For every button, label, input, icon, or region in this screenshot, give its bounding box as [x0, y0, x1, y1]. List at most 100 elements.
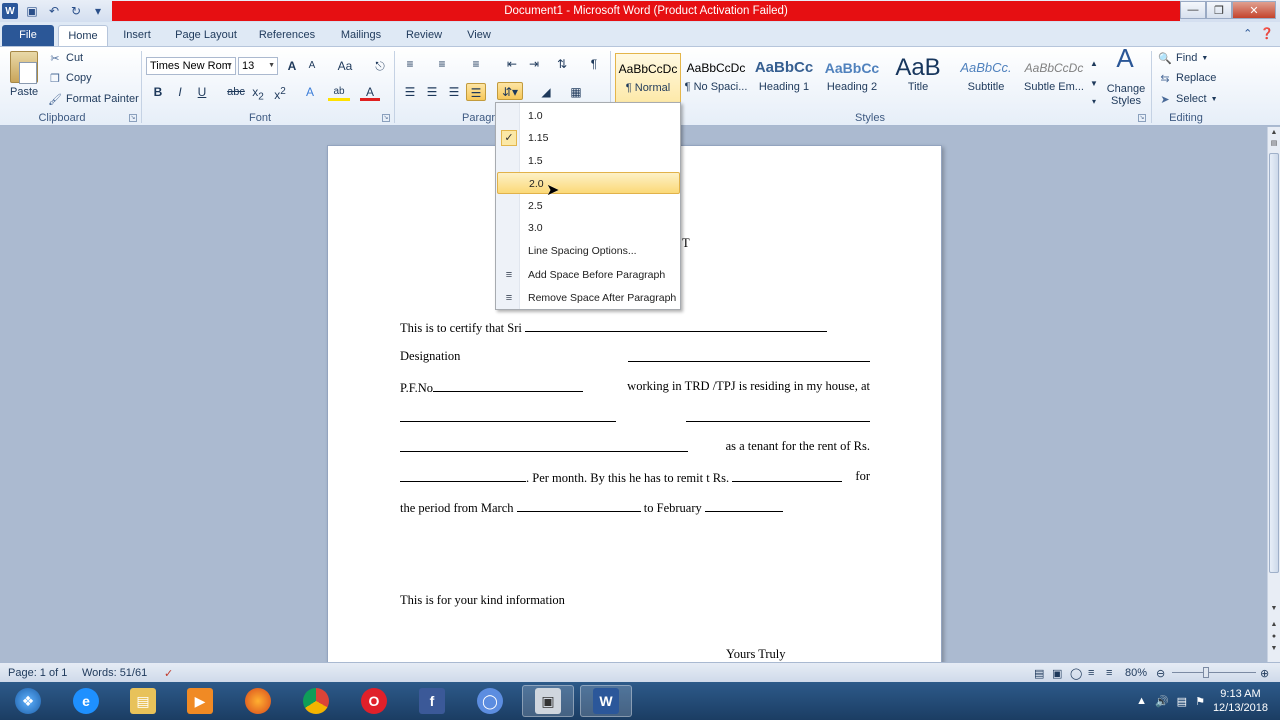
- flag-icon[interactable]: ⚑: [1195, 695, 1205, 708]
- line-spacing-2-5[interactable]: 2.5: [497, 195, 680, 217]
- find-button[interactable]: 🔍 Find ▼: [1158, 49, 1208, 67]
- scroll-down-icon[interactable]: ▼: [1269, 605, 1279, 615]
- highlight-button[interactable]: ab: [328, 83, 350, 101]
- align-left-icon[interactable]: ☰: [400, 83, 420, 101]
- tab-file[interactable]: File: [2, 25, 54, 46]
- decrease-indent-icon[interactable]: ⇤: [502, 55, 522, 73]
- ruler-toggle-icon[interactable]: ▤: [1269, 139, 1279, 149]
- tab-view[interactable]: View: [458, 25, 500, 46]
- paste-button[interactable]: Paste: [10, 83, 38, 101]
- help-icon[interactable]: ❓: [1260, 27, 1274, 40]
- show-hidden-icons-icon[interactable]: ▲: [1136, 695, 1147, 707]
- replace-button[interactable]: ⇆ Replace: [1158, 69, 1216, 87]
- italic-button[interactable]: I: [170, 83, 190, 101]
- tab-review[interactable]: Review: [400, 25, 448, 46]
- show-formatting-button[interactable]: ¶: [584, 55, 604, 73]
- style-no-spacing[interactable]: AaBbCcDc ¶ No Spaci...: [683, 53, 749, 103]
- app-window-icon[interactable]: ▣: [522, 685, 574, 717]
- align-right-icon[interactable]: ☰: [444, 83, 464, 101]
- select-button[interactable]: ➤ Select ▼: [1158, 90, 1217, 108]
- line-spacing-1-15[interactable]: ✓ 1.15: [497, 127, 680, 149]
- internet-explorer-icon[interactable]: e: [60, 685, 112, 717]
- file-explorer-icon[interactable]: ▤: [117, 685, 169, 717]
- volume-icon[interactable]: 🔊: [1155, 695, 1169, 708]
- line-spacing-button[interactable]: ⇵▾: [497, 82, 523, 100]
- style-subtle-emphasis[interactable]: AaBbCcDc Subtle Em...: [1021, 53, 1087, 103]
- customize-qat-icon[interactable]: ▾: [90, 3, 106, 19]
- grow-font-button[interactable]: A: [282, 57, 302, 75]
- zoom-in-icon[interactable]: ⊕: [1260, 667, 1269, 680]
- bullets-icon[interactable]: ≡: [400, 55, 420, 73]
- style-subtitle[interactable]: AaBbCc. Subtitle: [953, 53, 1019, 103]
- word-taskbar-icon[interactable]: W: [580, 685, 632, 717]
- format-painter-button[interactable]: 🖌 Format Painter: [48, 90, 139, 108]
- line-spacing-options[interactable]: Line Spacing Options...: [497, 240, 680, 262]
- subscript-button[interactable]: x2: [248, 83, 268, 102]
- line-spacing-1-5[interactable]: 1.5: [497, 150, 680, 172]
- scroll-up-icon[interactable]: ▲: [1269, 129, 1279, 139]
- zoom-slider-track[interactable]: [1172, 672, 1256, 673]
- chrome-app-icon[interactable]: ◯: [464, 685, 516, 717]
- tab-insert[interactable]: Insert: [114, 25, 160, 46]
- copy-button[interactable]: ❐ Copy: [48, 69, 92, 87]
- page-count[interactable]: Page: 1 of 1: [8, 667, 67, 679]
- styles-scroll-down-icon[interactable]: ▼: [1088, 75, 1100, 93]
- clock[interactable]: 9:13 AM 12/13/2018: [1213, 687, 1268, 715]
- minimize-button[interactable]: —: [1180, 1, 1206, 19]
- close-button[interactable]: ✕: [1232, 1, 1276, 19]
- zoom-slider-thumb[interactable]: [1203, 667, 1209, 678]
- styles-scroll-up-icon[interactable]: ▲: [1088, 55, 1100, 73]
- firefox-icon[interactable]: [232, 685, 284, 717]
- underline-button[interactable]: U: [192, 83, 212, 101]
- borders-icon[interactable]: ▦: [566, 83, 586, 101]
- tab-mailings[interactable]: Mailings: [332, 25, 390, 46]
- clipboard-launcher-icon[interactable]: ↘: [129, 114, 137, 122]
- tab-home[interactable]: Home: [58, 25, 108, 46]
- font-name-combo[interactable]: Times New Rom ▼: [146, 57, 236, 75]
- zoom-level[interactable]: 80%: [1125, 667, 1147, 679]
- outline-icon[interactable]: ≡: [1088, 667, 1094, 679]
- opera-icon[interactable]: O: [348, 685, 400, 717]
- styles-more-icon[interactable]: ▾: [1088, 93, 1100, 111]
- bold-button[interactable]: B: [148, 83, 168, 101]
- styles-launcher-icon[interactable]: ↘: [1138, 114, 1146, 122]
- strikethrough-button[interactable]: abc: [224, 83, 248, 101]
- align-center-icon[interactable]: ☰: [422, 83, 442, 101]
- save-icon[interactable]: ▣: [24, 3, 40, 19]
- line-spacing-3-0[interactable]: 3.0: [497, 217, 680, 239]
- justify-icon[interactable]: ☰: [466, 83, 486, 101]
- full-screen-reading-icon[interactable]: ▣: [1052, 667, 1062, 680]
- line-spacing-2-0[interactable]: 2.0: [497, 172, 680, 194]
- network-icon[interactable]: ▤: [1177, 695, 1187, 708]
- clear-formatting-icon[interactable]: ⎋: [370, 57, 390, 75]
- cut-button[interactable]: ✂ Cut: [48, 49, 83, 67]
- change-styles-button[interactable]: Change Styles: [1104, 83, 1148, 107]
- font-launcher-icon[interactable]: ↘: [382, 114, 390, 122]
- change-case-button[interactable]: Aa: [332, 57, 358, 75]
- paste-icon[interactable]: [10, 51, 38, 84]
- word-icon[interactable]: W: [2, 3, 18, 19]
- previous-page-icon[interactable]: ▲: [1269, 621, 1279, 631]
- vertical-scrollbar[interactable]: ▲ ▤ ▼ ▲ ● ▼: [1267, 127, 1280, 662]
- remove-space-after-paragraph[interactable]: ≡ Remove Space After Paragraph: [497, 287, 680, 309]
- restore-button[interactable]: ❐: [1206, 1, 1232, 19]
- shrink-font-button[interactable]: A: [302, 57, 322, 75]
- print-layout-icon[interactable]: ▤: [1034, 667, 1044, 680]
- web-layout-icon[interactable]: ◯: [1070, 667, 1082, 680]
- numbering-icon[interactable]: ≡: [432, 55, 452, 73]
- zoom-out-icon[interactable]: ⊖: [1156, 667, 1165, 680]
- superscript-button[interactable]: x2: [270, 83, 290, 102]
- add-space-before-paragraph[interactable]: ≡ Add Space Before Paragraph: [497, 264, 680, 286]
- proofing-icon[interactable]: ✓: [164, 667, 173, 680]
- start-button[interactable]: ❖: [2, 685, 54, 717]
- word-count[interactable]: Words: 51/61: [82, 667, 147, 679]
- style-title[interactable]: AaB Title: [885, 53, 951, 103]
- font-size-combo[interactable]: 13 ▼: [238, 57, 278, 75]
- undo-icon[interactable]: ↶: [46, 3, 62, 19]
- draft-icon[interactable]: ≡: [1106, 667, 1112, 679]
- minimize-ribbon-icon[interactable]: ⌃: [1243, 27, 1252, 40]
- next-page-icon[interactable]: ▼: [1269, 645, 1279, 655]
- sort-icon[interactable]: ⇅: [552, 55, 572, 73]
- scroll-thumb[interactable]: [1269, 153, 1279, 573]
- style-heading-1[interactable]: AaBbCc Heading 1: [751, 53, 817, 103]
